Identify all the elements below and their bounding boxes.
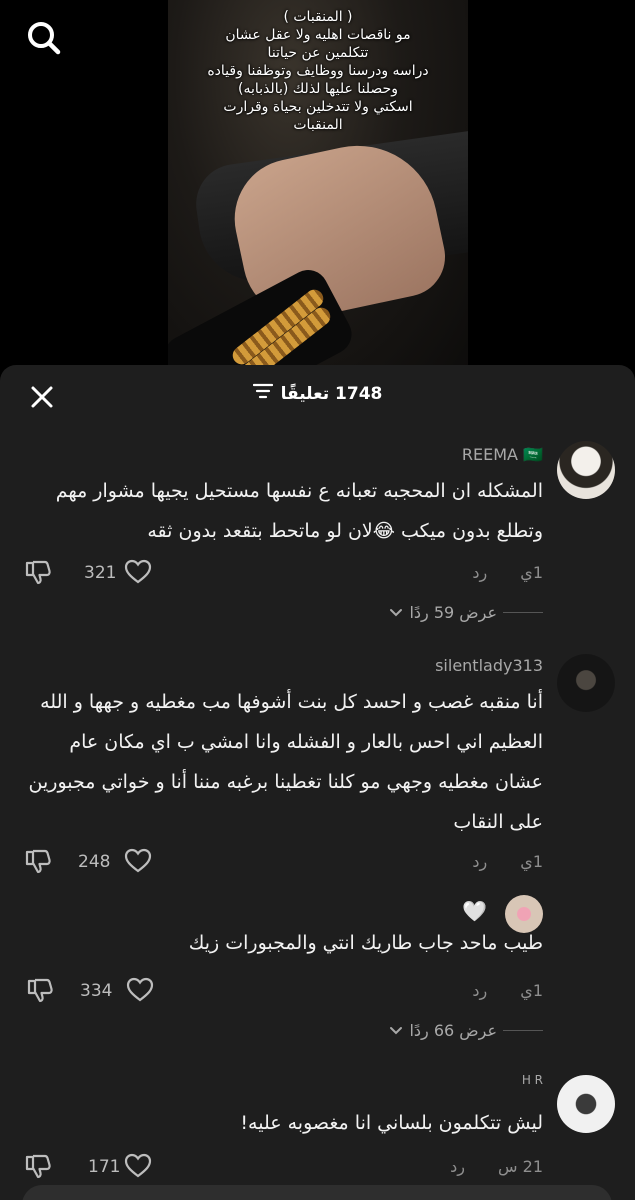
thumbs-down-icon[interactable]: [24, 559, 52, 585]
comment-count[interactable]: 1748 تعليقًا: [0, 383, 635, 404]
view-replies-button[interactable]: عرض 66 ردًا: [389, 1021, 543, 1040]
reply-button[interactable]: رد: [472, 981, 487, 1000]
comment-time: 1ي: [520, 563, 543, 582]
avatar[interactable]: [557, 1075, 615, 1133]
caption-line: تتكلمين عن حياتنا: [267, 45, 369, 61]
comment-time: 21 س: [498, 1157, 543, 1176]
heart-icon[interactable]: [126, 977, 154, 1003]
avatar[interactable]: [557, 654, 615, 712]
reply-button[interactable]: رد: [472, 563, 487, 582]
comment-text: ليش تتكلمون بلساني انا مغصوبه عليه!: [240, 1112, 543, 1134]
comment-meta: 1ي رد: [472, 852, 543, 871]
comment-item: REEMA 🇸🇦 المشكله ان المحجبه تعبانه ع نفس…: [0, 435, 635, 635]
view-replies-label: عرض 59 ردًا: [409, 603, 497, 622]
comment-username[interactable]: REEMA 🇸🇦: [462, 445, 543, 464]
heart-icon[interactable]: [124, 559, 152, 585]
like-count: 321: [84, 563, 117, 583]
comments-sheet: 1748 تعليقًا REEMA 🇸🇦 المشكله ان المحجبه…: [0, 365, 635, 1200]
reply-button[interactable]: رد: [472, 852, 487, 871]
comment-username[interactable]: silentlady313: [435, 656, 543, 675]
comment-time: 1ي: [520, 981, 543, 1000]
comment-text: طيب ماحد جاب طاريك انتي والمجبورات زيك: [188, 932, 543, 954]
caption-line: اسكتي ولا تتدخلين بحياة وقرارت: [223, 99, 413, 115]
comment-time: 1ي: [520, 852, 543, 871]
caption-line: ( المنقبات ): [283, 9, 353, 25]
comment-item: H R ليش تتكلمون بلساني انا مغصوبه عليه! …: [0, 1073, 635, 1200]
comment-input-bar[interactable]: [22, 1185, 612, 1200]
comments-header: 1748 تعليقًا: [0, 365, 635, 429]
reply-button[interactable]: رد: [450, 1157, 465, 1176]
caption-line: وحصلنا عليها لذلك (بالذبابه): [238, 81, 398, 97]
comment-item: silentlady313 أنا منقبه غصب و احسد كل بن…: [0, 650, 635, 880]
divider-line: [503, 612, 543, 613]
caption-line: دراسه ودرسنا ووظايف وتوظفنا وقياده: [207, 63, 429, 79]
comment-username[interactable]: 🤍: [462, 899, 487, 923]
heart-icon[interactable]: [124, 848, 152, 874]
filter-icon[interactable]: [252, 383, 273, 404]
comment-item: 🤍 طيب ماحد جاب طاريك انتي والمجبورات زيك…: [0, 893, 635, 1073]
view-replies-button[interactable]: عرض 59 ردًا: [389, 603, 543, 622]
divider-line: [503, 1030, 543, 1031]
caption-line: المنقبات: [293, 117, 343, 133]
chevron-down-icon: [389, 603, 403, 622]
avatar[interactable]: [557, 441, 615, 499]
comment-meta: 21 س رد: [450, 1157, 543, 1176]
comment-count-label: 1748 تعليقًا: [280, 383, 383, 404]
comment-meta: 1ي رد: [472, 563, 543, 582]
view-replies-label: عرض 66 ردًا: [409, 1021, 497, 1040]
thumbs-down-icon[interactable]: [24, 848, 52, 874]
caption-line: مو ناقصات اهليه ولا عقل عشان: [225, 27, 411, 43]
like-count: 248: [78, 852, 111, 872]
video-frame: ( المنقبات ) مو ناقصات اهليه ولا عقل عشا…: [168, 0, 468, 372]
like-count: 171: [88, 1157, 121, 1177]
chevron-down-icon: [389, 1021, 403, 1040]
like-count: 334: [80, 981, 113, 1001]
comment-text: المشكله ان المحجبه تعبانه ع نفسها مستحيل…: [55, 480, 543, 542]
heart-icon[interactable]: [124, 1153, 152, 1179]
video-caption: ( المنقبات ) مو ناقصات اهليه ولا عقل عشا…: [168, 8, 468, 134]
comment-meta: 1ي رد: [472, 981, 543, 1000]
video-player[interactable]: ( المنقبات ) مو ناقصات اهليه ولا عقل عشا…: [0, 0, 635, 372]
thumbs-down-icon[interactable]: [26, 977, 54, 1003]
search-icon[interactable]: [22, 16, 66, 60]
comment-username[interactable]: H R: [522, 1073, 543, 1087]
comment-text: أنا منقبه غصب و احسد كل بنت أشوفها مب مغ…: [28, 691, 543, 833]
thumbs-down-icon[interactable]: [24, 1153, 52, 1179]
